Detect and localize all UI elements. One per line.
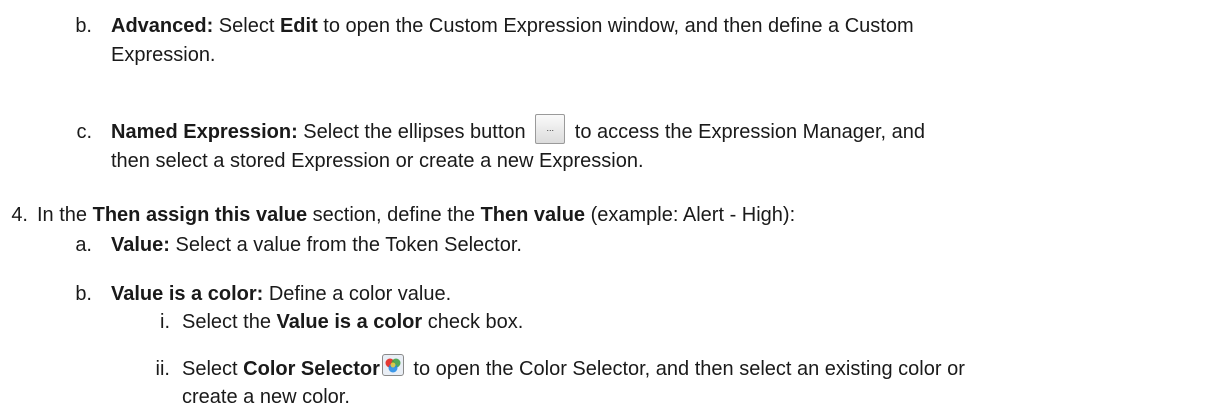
list-item-named-expression: Named Expression: Select the ellipses bu… [111, 113, 925, 144]
list-item-value-is-color: Value is a color: Define a color value. [111, 282, 451, 306]
term-named-expression: Named Expression: [111, 121, 298, 143]
text: to access the Expression Manager, and [569, 121, 925, 143]
keyword-then-value: Then value [480, 204, 586, 226]
color-selector-icon [381, 353, 404, 376]
text: section, define the [307, 204, 481, 226]
list-item-advanced: Advanced: Select Edit to open the Custom… [111, 14, 914, 38]
text: (example: Alert - High): [585, 204, 796, 226]
keyword-value-is-color: Value is a color [276, 311, 423, 333]
ellipsis-button-icon: ... [535, 113, 566, 144]
continuation-text: then select a stored Expression or creat… [111, 150, 644, 172]
text: Select the [182, 311, 277, 333]
keyword-color-selector: Color Selector [243, 358, 380, 380]
term-value-is-color: Value is a color: [111, 283, 264, 305]
text: check box. [422, 311, 524, 333]
list-marker-b: b. [75, 15, 92, 37]
list-marker-a: a. [75, 234, 92, 256]
list-item-value: Value: Select a value from the Token Sel… [111, 233, 522, 257]
text: Select the ellipses button [297, 121, 532, 143]
list-item-color-selector: Select Color Selector to open the Color … [182, 353, 965, 381]
continuation-text: create a new color. [182, 386, 350, 408]
keyword-edit: Edit [279, 15, 318, 37]
list-item-step-4: In the Then assign this value section, d… [37, 203, 795, 227]
keyword-then-assign: Then assign this value [92, 204, 308, 226]
list-marker-ii: ii. [155, 358, 170, 380]
list-marker-c: c. [76, 121, 92, 143]
text: to open the Color Selector, and then sel… [407, 358, 965, 380]
list-marker-b: b. [75, 283, 92, 305]
list-marker-4: 4. [11, 204, 28, 226]
continuation-text: Expression. [111, 44, 216, 66]
text: Define a color value. [263, 283, 452, 305]
text: to open the Custom Expression window, an… [317, 15, 914, 37]
ellipsis-glyph: ... [546, 122, 554, 133]
text: Select [182, 358, 244, 380]
list-item-check-box: Select the Value is a color check box. [182, 310, 523, 334]
term-advanced: Advanced: [111, 15, 214, 37]
term-value: Value: [111, 234, 170, 256]
text: In the [37, 204, 93, 226]
list-marker-i: i. [160, 311, 170, 333]
text: Select a value from the Token Selector. [169, 234, 522, 256]
text: Select [213, 15, 280, 37]
